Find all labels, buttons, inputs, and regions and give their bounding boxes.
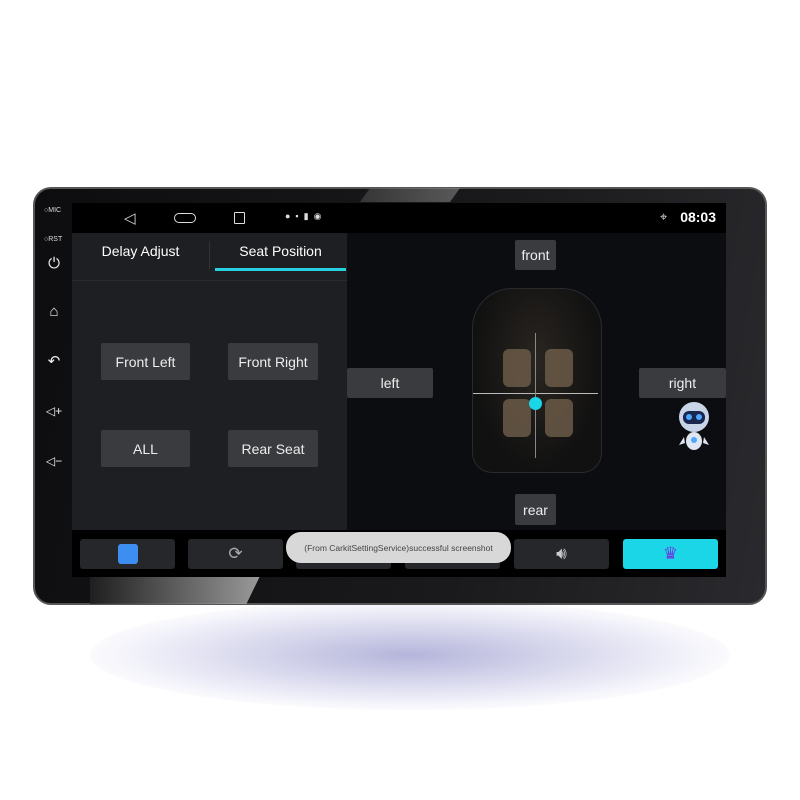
right-button[interactable]: right: [639, 368, 726, 398]
seat-rear-right: [545, 399, 573, 437]
clock: 08:03: [680, 209, 716, 225]
seat-position-handle[interactable]: [529, 397, 542, 410]
save-button[interactable]: [80, 539, 175, 569]
all-button[interactable]: ALL: [101, 430, 190, 467]
active-tab-indicator: [215, 268, 346, 271]
seat-front-left: [503, 349, 531, 387]
home-icon[interactable]: ⌂: [44, 303, 64, 320]
mic-text: MIC: [48, 207, 62, 214]
nav-recents-icon[interactable]: [234, 212, 245, 224]
screen: ◁ ●▪▮◉ ⌖ 08:03 Delay Adjust Seat Positio…: [72, 203, 726, 577]
rear-button[interactable]: rear: [515, 494, 556, 525]
rear-seat-button[interactable]: Rear Seat: [228, 430, 318, 467]
reset-button[interactable]: ⟳: [188, 539, 283, 569]
seat-rear-left: [503, 399, 531, 437]
rst-label[interactable]: ○RST: [44, 236, 62, 243]
seat-front-right: [545, 349, 573, 387]
rst-text: RST: [48, 236, 63, 243]
status-bar: ◁ ●▪▮◉ ⌖ 08:03: [72, 203, 726, 233]
device-shadow: [90, 600, 730, 710]
front-left-button[interactable]: Front Left: [101, 343, 190, 380]
notification-icons: ●▪▮◉: [285, 211, 327, 221]
speaker-icon: 🔊︎: [556, 544, 567, 563]
nav-home-icon[interactable]: [174, 213, 196, 223]
reset-icon: ⟳: [228, 544, 243, 563]
tab-seat-position[interactable]: Seat Position: [215, 243, 346, 259]
mic-label: ○MIC: [44, 207, 62, 214]
tab-delay-adjust[interactable]: Delay Adjust: [72, 243, 209, 259]
front-right-button[interactable]: Front Right: [228, 343, 318, 380]
volume-up-icon[interactable]: ◁+: [44, 404, 64, 418]
power-icon[interactable]: ⏻: [44, 255, 64, 272]
toast-message: (From CarkitSettingService)successful sc…: [286, 532, 511, 563]
volume-button[interactable]: 🔊︎: [514, 539, 609, 569]
back-icon[interactable]: ↶: [44, 352, 64, 370]
crosshair-vertical: [535, 333, 536, 458]
bezel-gloss: [90, 576, 260, 604]
tab-bar-border: [72, 280, 347, 281]
tab-divider: [209, 241, 210, 269]
assistant-robot-icon[interactable]: [675, 401, 713, 451]
left-panel: Delay Adjust Seat Position Front Left Fr…: [72, 233, 347, 530]
nav-back-icon[interactable]: ◁: [124, 209, 136, 227]
location-icon: ⌖: [660, 209, 668, 224]
car-top-view: [472, 288, 602, 473]
front-button[interactable]: front: [515, 240, 556, 270]
bezel-gloss-top: [360, 188, 460, 202]
crown-icon: ♛: [662, 544, 679, 563]
volume-down-icon[interactable]: ◁−: [44, 454, 64, 468]
save-icon: [117, 544, 138, 564]
premium-button[interactable]: ♛: [623, 539, 718, 569]
left-button[interactable]: left: [347, 368, 433, 398]
